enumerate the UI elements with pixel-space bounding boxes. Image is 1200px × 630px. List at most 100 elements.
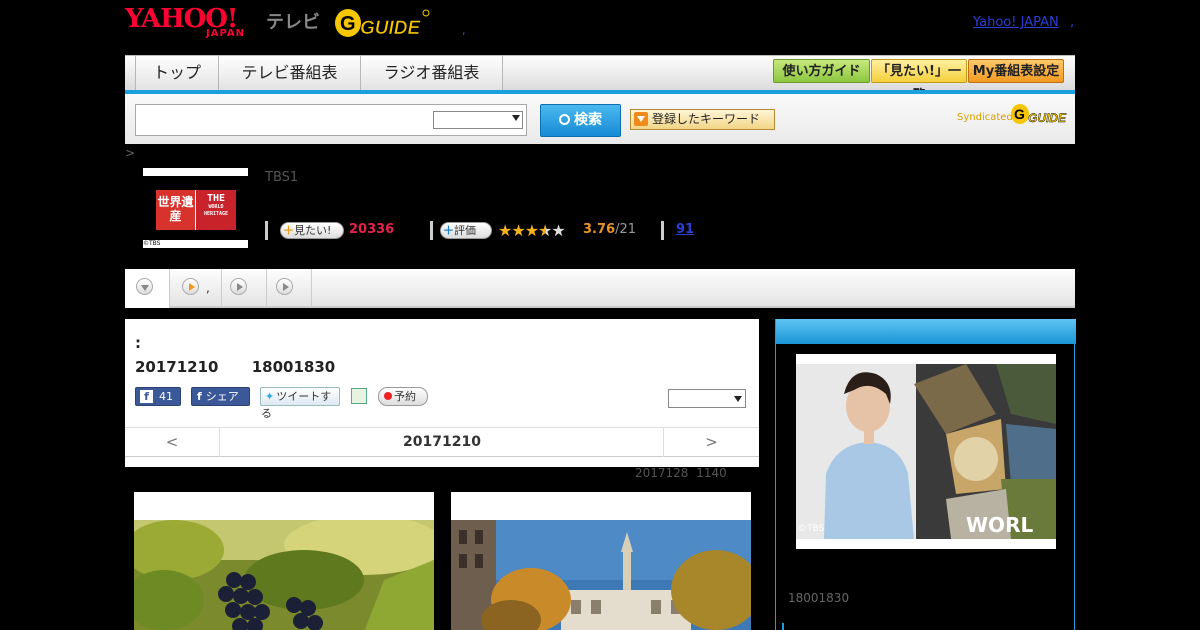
want-to-watch-count: 20336	[349, 222, 395, 237]
facebook-count: 41	[159, 390, 173, 403]
channel-name: TBS1	[265, 170, 299, 185]
my-listing-settings-button[interactable]: My番組表設定	[968, 59, 1064, 83]
svg-text:GUIDE: GUIDE	[360, 18, 422, 39]
svg-text:WORL: WORL	[966, 513, 1033, 537]
star-icon: ★	[498, 221, 512, 240]
header-link-separator: ,	[1070, 15, 1075, 30]
play-icon	[230, 278, 247, 295]
rate-button[interactable]: ＋評価	[440, 222, 492, 239]
main-nav: トップ テレビ番組表 ラジオ番組表 使い方ガイド 「見たい!」一覧 My番組表設…	[125, 55, 1075, 103]
triangle-down-icon	[634, 112, 648, 126]
clip-icon[interactable]	[351, 388, 367, 404]
tab-3[interactable]	[222, 269, 267, 308]
sidebar-accent-mark	[782, 623, 784, 630]
thumbnail-copyright: ©TBS	[143, 240, 161, 247]
facebook-like-count[interactable]: f 41	[135, 387, 181, 406]
saved-keywords-label: 登録したキーワード	[652, 112, 761, 126]
logo-the: THE	[206, 193, 226, 204]
saved-keywords-button[interactable]: 登録したキーワード	[630, 109, 775, 130]
tab-2-label: ,	[206, 281, 210, 295]
yahoo-japan-link[interactable]: Yahoo! JAPAN	[973, 15, 1059, 30]
date-navigation: < 20171210 >	[125, 427, 759, 457]
star-empty-icon: ★	[551, 221, 565, 240]
nav-tab-radio-listings[interactable]: ラジオ番組表	[361, 56, 503, 90]
sidebar-broadcast-time: 18001830	[788, 591, 850, 605]
program-tabs: ,	[125, 269, 1075, 308]
search-button[interactable]: 検索	[540, 104, 621, 137]
syndicated-gguide-logo: G GUIDE	[1010, 102, 1067, 126]
host-collage-photo: WORL	[796, 364, 1056, 539]
svg-text:G: G	[340, 13, 356, 35]
previous-date-button[interactable]: <	[125, 428, 220, 457]
photo-card-city[interactable]	[451, 492, 751, 630]
reviews-link[interactable]: 91	[676, 222, 694, 237]
rate-label: 評価	[454, 224, 476, 237]
grapes-photo	[134, 520, 434, 630]
divider	[430, 221, 433, 240]
rating-stars: ★★★★★	[498, 221, 566, 240]
tab-2[interactable]: ,	[170, 269, 222, 308]
want-to-watch-button[interactable]: ＋見たい!	[280, 222, 344, 239]
logo-heritage: HERITAGE	[203, 211, 229, 217]
tv-logo-text[interactable]: テレビ	[266, 8, 320, 34]
divider	[661, 221, 664, 240]
breadcrumb[interactable]: >	[125, 146, 135, 160]
program-title: :	[135, 334, 141, 352]
rating-value: 3.76	[583, 222, 616, 237]
facebook-share-label: シェア	[205, 390, 239, 403]
yahoo-japan-logo-text: JAPAN	[206, 28, 245, 39]
play-icon	[276, 278, 293, 295]
search-icon	[559, 114, 570, 125]
tab-4[interactable]	[267, 269, 312, 308]
sidebar-header	[776, 319, 1076, 344]
star-icon: ★	[511, 221, 525, 240]
nav-tab-tv-listings[interactable]: テレビ番組表	[219, 56, 361, 90]
rating-score: 3.76/21	[583, 222, 636, 237]
reserve-label: 予約	[394, 390, 416, 403]
twitter-bird-icon: ✦	[265, 390, 275, 403]
sidebar-image-copyright: ©TBS	[798, 524, 825, 534]
plus-icon: ＋	[283, 224, 294, 237]
nav-tab-top[interactable]: トップ	[135, 56, 219, 90]
search-button-label: 検索	[574, 112, 602, 128]
search-genre-select[interactable]	[433, 111, 523, 129]
svg-text:GUIDE: GUIDE	[1028, 111, 1067, 125]
sidebar-promo-image[interactable]: WORL	[796, 354, 1056, 549]
current-date: 20171210	[403, 434, 481, 450]
chevron-down-icon	[734, 396, 742, 402]
watchlist-button[interactable]: 「見たい!」一覧	[871, 59, 967, 103]
divider	[265, 221, 268, 240]
thumbnail-background: 世界遺産 THE WORLD HERITAGE	[143, 176, 248, 240]
svg-text:G: G	[1014, 106, 1025, 122]
recorder-select[interactable]	[668, 389, 746, 408]
next-date-button[interactable]: >	[663, 428, 759, 457]
rating-count: /21	[615, 222, 636, 237]
logo-left-panel: 世界遺産	[156, 190, 195, 230]
world-heritage-logo: 世界遺産 THE WORLD HERITAGE	[156, 190, 236, 230]
reserve-button[interactable]: 予約	[378, 387, 428, 406]
star-half-icon: ★	[538, 221, 552, 240]
record-dot-icon	[384, 392, 392, 400]
last-updated: 2017128 1140	[635, 466, 727, 480]
facebook-share-button[interactable]: f シェア	[191, 387, 250, 406]
header-separator: ,	[462, 24, 466, 37]
facebook-icon: f	[197, 390, 202, 403]
program-thumbnail: 世界遺産 THE WORLD HERITAGE ©TBS	[143, 168, 248, 248]
search-area: 検索 登録したキーワード Syndicated G GUIDE	[125, 94, 1075, 144]
chevron-down-icon	[512, 115, 520, 121]
program-detail-panel: : 20171210 18001830 f 41 f シェア ✦ ツイートする 予約 …	[125, 319, 759, 467]
broadcast-datetime: 20171210 18001830	[135, 358, 336, 376]
plus-icon: ＋	[443, 224, 454, 237]
star-icon: ★	[524, 221, 539, 240]
want-to-watch-label: 見たい!	[294, 224, 332, 237]
city-photo	[451, 520, 751, 630]
tab-details[interactable]	[125, 269, 170, 308]
syndicated-label: Syndicated	[957, 112, 1013, 123]
chevron-down-icon	[136, 278, 153, 295]
play-icon	[182, 278, 199, 295]
usage-guide-button[interactable]: 使い方ガイド	[773, 59, 870, 83]
gguide-logo[interactable]: G GUIDE	[334, 7, 430, 39]
tweet-button[interactable]: ✦ ツイートする	[260, 387, 340, 420]
photo-card-grapes[interactable]	[134, 492, 434, 630]
logo-world: WORLD	[208, 204, 224, 210]
